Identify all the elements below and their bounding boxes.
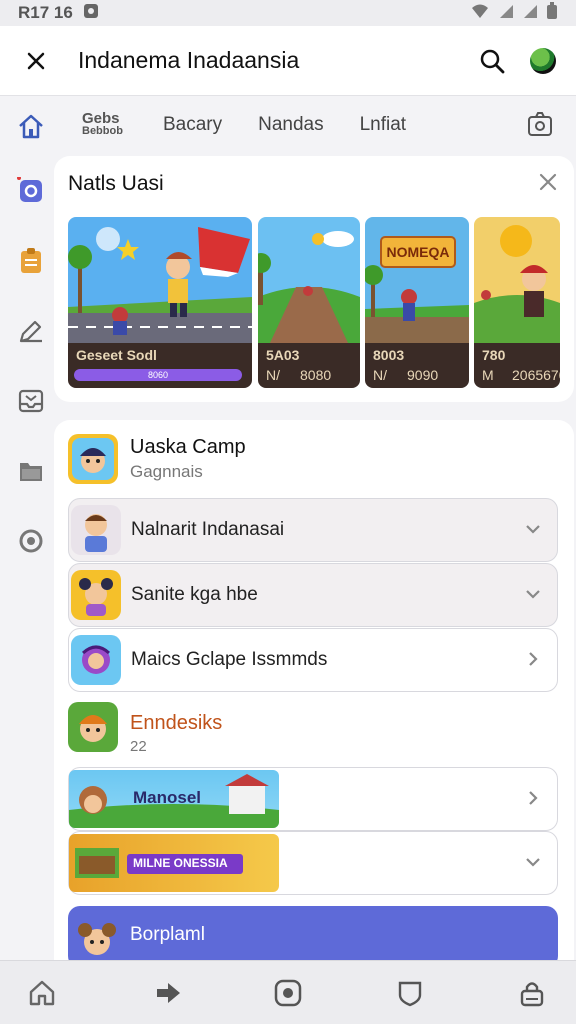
game-tile[interactable]: Geseet Sodl 8060 [68,217,252,388]
tile-banner-label: NOMEQA [387,244,450,260]
close-icon[interactable] [20,45,52,77]
tile-meta-right: 8080 [300,367,332,383]
chevron-right-icon[interactable] [523,788,543,813]
tile-footer: Geseet Sodl 8060 [68,343,252,388]
clipboard-icon[interactable] [14,244,48,278]
lock-icon[interactable] [516,977,548,1009]
shield-icon[interactable] [394,977,426,1009]
signal-icon [498,3,514,24]
chevron-right-icon[interactable] [523,649,543,674]
app-icon [71,635,121,685]
chevron-down-icon[interactable] [523,852,543,877]
app-icon [72,914,122,964]
tile-meta-left: N/ [373,367,387,383]
battery-icon [546,1,558,25]
banner-label: MILNE ONESSIA [133,856,228,870]
search-icon[interactable] [476,45,508,77]
list-item[interactable]: Maics Gclape Issmmds [68,628,558,692]
tab-bar: Gebs Bebbob Bacary Nandas Lnfiat [62,96,576,154]
list-item-label: Nalnarit Indanasai [131,519,285,540]
tile-title: 5A03 [266,347,300,363]
game-artwork: NOMEQA [365,217,469,343]
app-icon [71,570,121,620]
section-count: 22 [130,738,147,755]
list-item-label: Sanite kga hbe [131,584,258,605]
library-card: Uaska Camp Gagnnais Nalnarit Indanasai S… [54,420,574,968]
list-item[interactable]: Nalnarit Indanasai [68,498,558,562]
record-icon[interactable] [272,977,304,1009]
status-bar: R17 16 [0,0,576,26]
banner-row[interactable]: Manosel [68,767,558,831]
tab-games-label: Gebs [82,110,120,127]
tile-footer: 8003 N/ 9090 [365,343,469,388]
forward-icon[interactable] [152,977,184,1009]
featured-card: Natls Uasi Geseet Sodl 8060 5A03 N/ 8080… [54,156,574,402]
settings-icon[interactable] [14,524,48,558]
inbox-icon[interactable] [14,384,48,418]
game-artwork [68,217,252,343]
close-icon[interactable] [538,172,558,197]
primary-action-label: Borplaml [130,924,205,945]
app-icon [68,702,118,752]
camera-icon[interactable] [526,110,554,143]
tile-title: 780 [482,347,506,363]
sidebar [0,96,62,960]
edit-icon[interactable] [14,314,48,348]
list-item[interactable]: Sanite kga hbe [68,563,558,627]
tab-games-sublabel: Bebbob [82,125,123,137]
library-subtitle: Gagnnais [130,462,203,481]
folder-icon[interactable] [14,454,48,488]
game-artwork [474,217,560,343]
tile-progress-bar: 8060 [74,369,242,381]
page-title: Indanema Inadaansia [78,47,300,73]
app-icon [68,434,118,484]
tile-meta-left: M [482,367,494,383]
tile-meta-left: N/ [266,367,280,383]
game-banner: MILNE ONESSIA [69,834,279,892]
banner-label: Manosel [133,788,202,807]
tile-meta-right: 9090 [407,367,439,383]
signal-icon [522,3,538,24]
app-icon [71,505,121,555]
home-icon[interactable] [26,977,58,1009]
library-title: Uaska Camp [130,436,246,458]
game-banner: Manosel [69,770,279,828]
chevron-down-icon[interactable] [523,584,543,609]
tile-meta-right: 2065670 [512,367,560,383]
photo-icon [83,3,99,24]
list-item-label: Maics Gclape Issmmds [131,649,328,670]
primary-action-button[interactable]: Borplaml [68,906,558,968]
tab-games[interactable]: Gebs Bebbob [82,110,123,137]
avatar[interactable] [530,47,556,74]
featured-title: Natls Uasi [68,172,164,195]
status-time: R17 16 [18,3,73,22]
tile-footer: 5A03 N/ 8080 [258,343,360,388]
game-tile[interactable]: NOMEQA 8003 N/ 9090 [365,217,469,388]
game-artwork [258,217,360,343]
app-bar: Indanema Inadaansia [0,26,576,96]
bottom-nav [0,960,576,1024]
section-title: Enndesiks [130,712,223,734]
wifi-icon [470,3,490,24]
tab-nandas[interactable]: Nandas [258,114,324,136]
tab-library[interactable]: Bacary [163,114,222,136]
tile-title: Geseet Sodl [76,347,157,363]
tab-lnfiat[interactable]: Lnfiat [360,114,406,136]
banner-row[interactable]: MILNE ONESSIA [68,831,558,895]
tile-progress-label: 8060 [147,370,169,380]
gamepad-icon[interactable] [14,174,48,208]
game-tile[interactable]: 780 M 2065670 [474,217,560,388]
tile-footer: 780 M 2065670 [474,343,560,388]
home-icon[interactable] [14,110,48,144]
game-tile[interactable]: 5A03 N/ 8080 [258,217,360,388]
tile-title: 8003 [373,347,405,363]
chevron-down-icon[interactable] [523,519,543,544]
